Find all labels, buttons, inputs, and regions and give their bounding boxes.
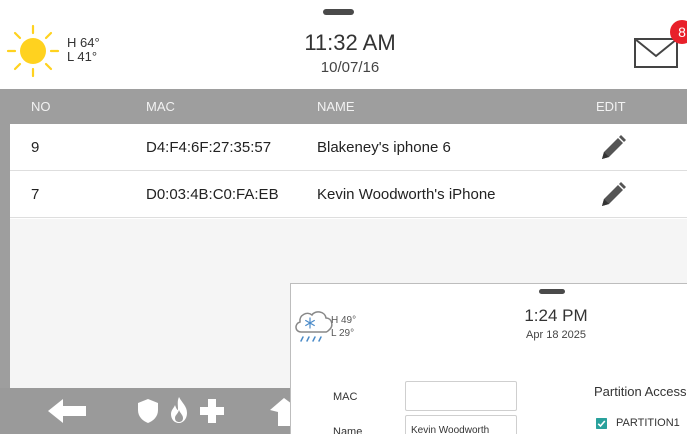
shield-icon[interactable] [137,398,159,424]
back-arrow-icon[interactable] [46,396,88,426]
clock-time: 11:32 AM [304,30,396,55]
medical-cross-icon[interactable] [199,398,225,424]
column-header-edit: EDIT [596,99,626,114]
temp-high: H 64° [67,35,100,50]
screen: H 64° L 41° 11:32 AM 10/07/16 8 NO MAC N… [0,0,687,434]
table-row[interactable]: 9 D4:F4:6F:27:35:57 Blakeney's iphone 6 [10,124,687,171]
envelope-icon[interactable] [634,38,678,68]
drawer-handle[interactable] [323,9,354,15]
home-icon[interactable] [270,396,292,426]
user-edit-overlay: H 49° L 29° 1:24 PM Apr 18 2025 MAC Name… [290,283,687,434]
column-header-name: NAME [317,99,355,114]
mac-field-label: MAC [333,391,358,403]
overlay-weather-temps: H 49° L 29° [331,314,356,340]
partition1-label: PARTITION1 [616,417,680,429]
fire-icon[interactable] [168,396,190,424]
cell-mac: D4:F4:6F:27:35:57 [146,139,272,156]
cell-no: 9 [31,139,40,156]
partition-access-title: Partition Access [594,384,687,399]
pencil-icon[interactable] [598,133,628,163]
cell-name: Blakeney's iphone 6 [317,139,451,156]
table-row[interactable]: 7 D0:03:4B:C0:FA:EB Kevin Woodworth's iP… [10,171,687,218]
sun-icon [6,24,60,78]
cell-mac: D0:03:4B:C0:FA:EB [146,186,279,203]
pencil-icon[interactable] [598,180,628,210]
overlay-temp-low: L 29° [331,328,355,339]
cell-name: Kevin Woodworth's iPhone [317,186,496,203]
partition1-checkbox[interactable] [596,418,607,429]
name-input[interactable] [405,415,517,434]
column-header-mac: MAC [146,99,175,114]
temp-low: L 41° [67,49,98,64]
clock-date: 10/07/16 [320,59,380,76]
mac-input[interactable] [405,381,517,411]
overlay-clock: 1:24 PM Apr 18 2025 [486,306,626,342]
overlay-drawer-handle[interactable] [539,289,565,294]
clock: 11:32 AM 10/07/16 [250,30,450,78]
message-count-badge[interactable]: 8 [670,20,687,44]
cell-no: 7 [31,186,40,203]
snow-rain-cloud-icon [295,311,333,342]
weather-temps: H 64° L 41° [67,36,100,64]
table-header: NO MAC NAME EDIT [10,89,687,124]
overlay-temp-high: H 49° [331,315,357,326]
device-frame-edge [0,89,10,434]
column-header-no: NO [31,99,51,114]
overlay-clock-time: 1:24 PM [524,306,588,325]
overlay-clock-date: Apr 18 2025 [526,329,586,341]
status-header: H 64° L 41° 11:32 AM 10/07/16 8 [0,0,687,89]
name-field-label: Name [333,426,363,434]
